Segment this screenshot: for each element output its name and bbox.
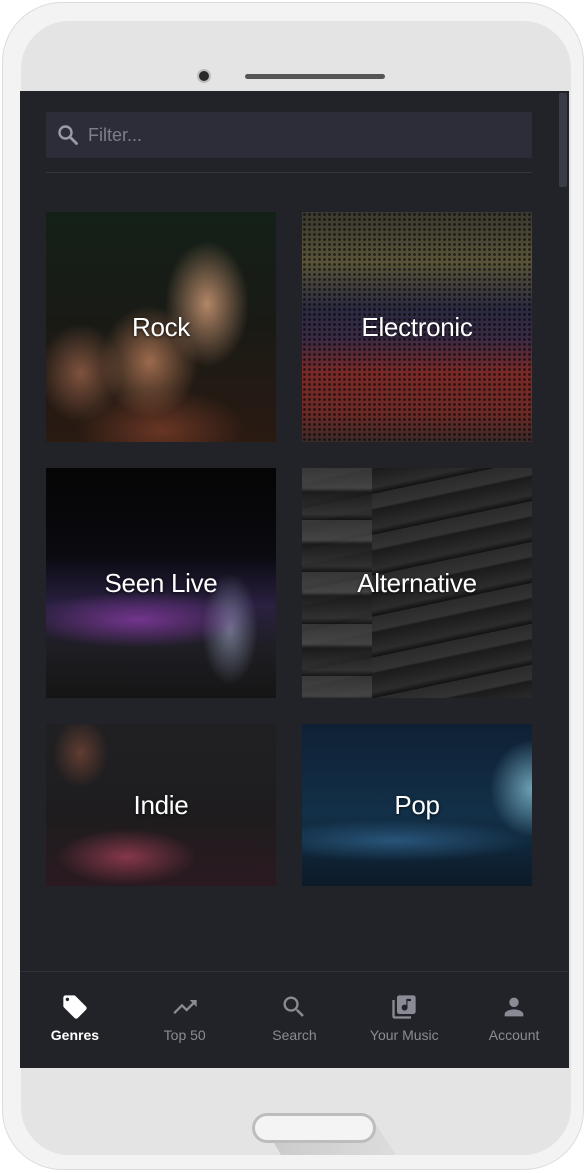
genre-tile-seen-live[interactable]: Seen Live bbox=[46, 468, 276, 698]
genre-tile-electronic[interactable]: Electronic bbox=[302, 212, 532, 442]
nav-item-top-50[interactable]: Top 50 bbox=[135, 972, 235, 1043]
app-screen: Rock Electronic Seen Live Alternative In… bbox=[20, 91, 569, 1068]
nav-item-genres[interactable]: Genres bbox=[25, 972, 125, 1043]
genre-label: Seen Live bbox=[104, 567, 218, 598]
tag-icon bbox=[63, 995, 87, 1019]
filter-bar[interactable] bbox=[46, 112, 532, 158]
nav-label-account: Account bbox=[488, 1027, 540, 1043]
search-icon bbox=[58, 125, 78, 145]
camera bbox=[197, 69, 211, 83]
genre-tile-indie[interactable]: Indie bbox=[46, 724, 276, 886]
nav-item-search[interactable]: Search bbox=[244, 972, 344, 1043]
genre-label: Pop bbox=[394, 789, 440, 820]
filter-divider bbox=[46, 172, 532, 173]
genre-label: Electronic bbox=[361, 311, 473, 342]
search-icon bbox=[283, 996, 305, 1017]
nav-label-top-50: Top 50 bbox=[163, 1027, 206, 1043]
genre-tile-rock[interactable]: Rock bbox=[46, 212, 276, 442]
trending-up-icon bbox=[173, 1000, 197, 1014]
scrollbar[interactable] bbox=[559, 93, 567, 187]
home-button[interactable] bbox=[252, 1113, 376, 1143]
nav-label-genres: Genres bbox=[50, 1027, 100, 1043]
speaker-grille bbox=[245, 74, 385, 79]
library-music-icon bbox=[392, 995, 416, 1019]
genre-label: Indie bbox=[133, 789, 189, 820]
nav-label-your-music: Your Music bbox=[369, 1027, 439, 1043]
nav-item-account[interactable]: Account bbox=[464, 972, 564, 1043]
person-icon bbox=[504, 997, 524, 1017]
genre-label: Rock bbox=[131, 311, 191, 342]
bottom-nav: Genres Top 50 Search Your Music Account bbox=[20, 971, 569, 1068]
nav-item-your-music[interactable]: Your Music bbox=[354, 972, 454, 1043]
genre-tile-pop[interactable]: Pop bbox=[302, 724, 532, 886]
genre-tile-alternative[interactable]: Alternative bbox=[302, 468, 532, 698]
genre-label: Alternative bbox=[357, 567, 477, 598]
filter-input[interactable] bbox=[86, 123, 490, 147]
nav-label-search: Search bbox=[272, 1027, 317, 1043]
